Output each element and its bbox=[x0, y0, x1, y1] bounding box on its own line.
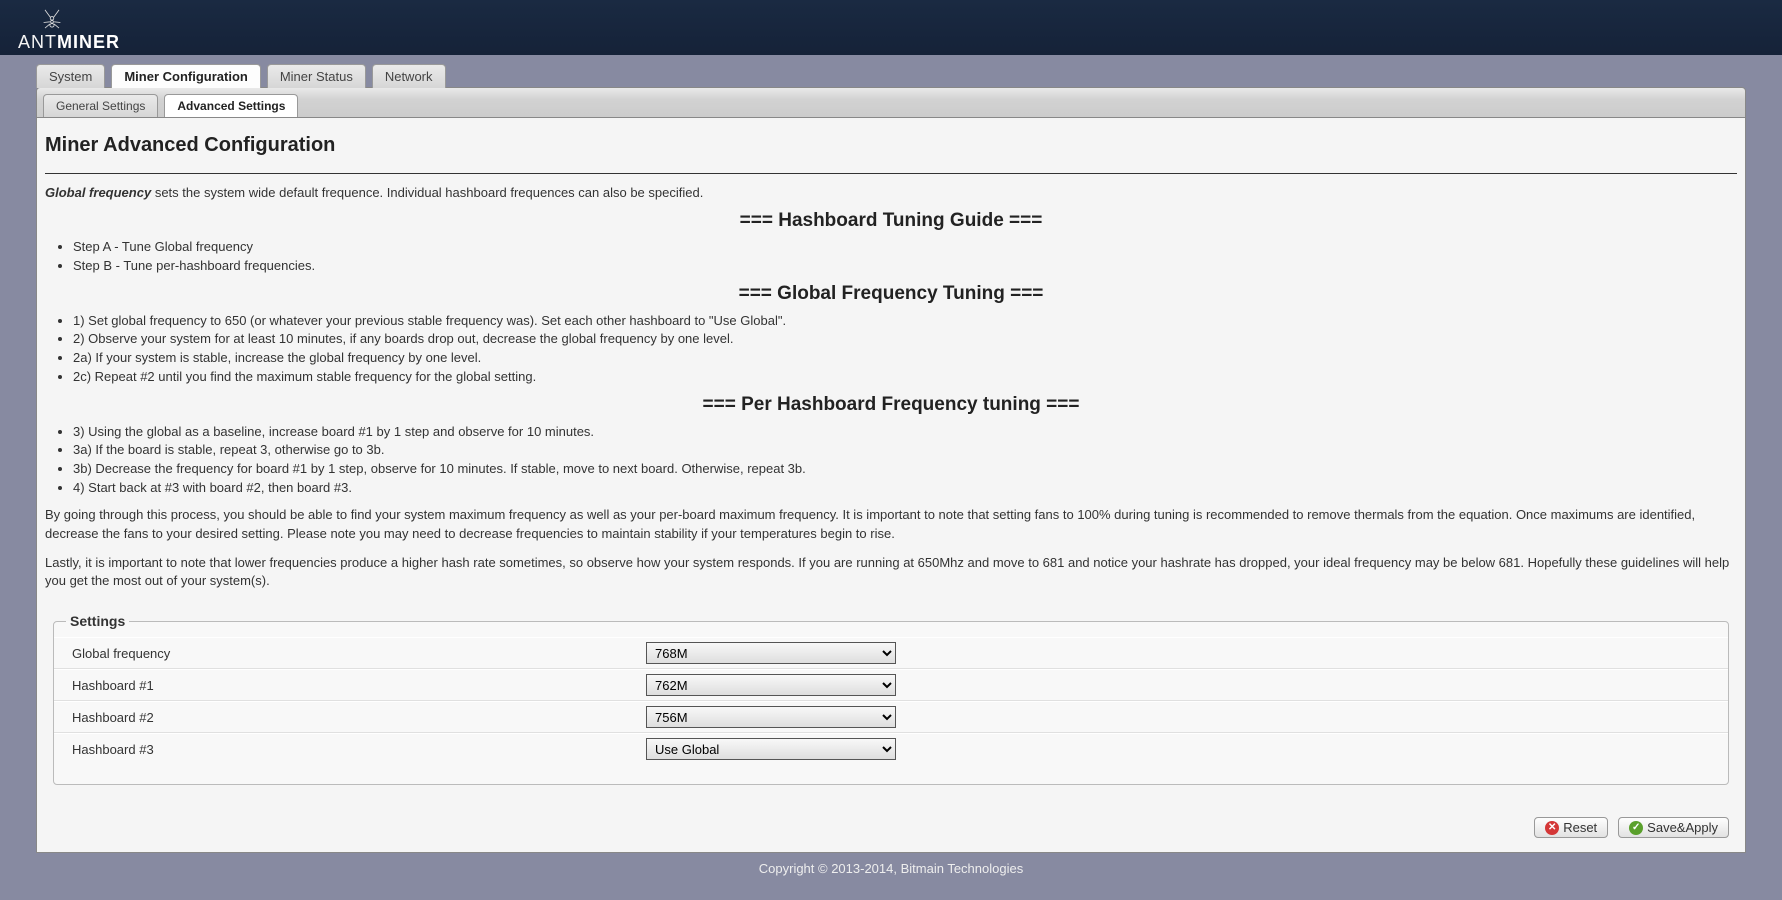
close-icon: ✕ bbox=[1545, 821, 1559, 835]
subtab-advanced-settings[interactable]: Advanced Settings bbox=[164, 94, 298, 117]
list-item: 2c) Repeat #2 until you find the maximum… bbox=[73, 368, 1737, 387]
setting-row-global-frequency: Global frequency 768M bbox=[54, 637, 1728, 669]
setting-label: Hashboard #2 bbox=[66, 710, 646, 725]
description-block: Global frequency sets the system wide de… bbox=[45, 184, 1737, 603]
subtab-general-settings[interactable]: General Settings bbox=[43, 94, 158, 117]
settings-fieldset: Settings Global frequency 768M Hashboard… bbox=[53, 613, 1729, 785]
page-title: Miner Advanced Configuration bbox=[45, 128, 1737, 173]
global-frequency-select[interactable]: 768M bbox=[646, 642, 896, 664]
hashboard-1-select[interactable]: 762M bbox=[646, 674, 896, 696]
setting-row-hashboard-2: Hashboard #2 756M bbox=[54, 701, 1728, 733]
paragraph-notes-1: By going through this process, you shoul… bbox=[45, 506, 1737, 544]
list-item: 3b) Decrease the frequency for board #1 … bbox=[73, 460, 1737, 479]
heading-global-tuning: === Global Frequency Tuning === bbox=[45, 280, 1737, 308]
content-panel: Miner Advanced Configuration Global freq… bbox=[36, 118, 1746, 853]
paragraph-notes-2: Lastly, it is important to note that low… bbox=[45, 554, 1737, 592]
list-item: Step B - Tune per-hashboard frequencies. bbox=[73, 257, 1737, 276]
list-item: 1) Set global frequency to 650 (or whate… bbox=[73, 312, 1737, 331]
save-apply-button[interactable]: ✓ Save&Apply bbox=[1618, 817, 1729, 838]
check-icon: ✓ bbox=[1629, 821, 1643, 835]
reset-button[interactable]: ✕ Reset bbox=[1534, 817, 1608, 838]
setting-label: Global frequency bbox=[66, 646, 646, 661]
secondary-tabs: General Settings Advanced Settings bbox=[36, 87, 1746, 118]
divider bbox=[45, 173, 1737, 174]
list-item: 4) Start back at #3 with board #2, then … bbox=[73, 479, 1737, 498]
list-item: 2) Observe your system for at least 10 m… bbox=[73, 330, 1737, 349]
hashboard-2-select[interactable]: 756M bbox=[646, 706, 896, 728]
list-item: 3a) If the board is stable, repeat 3, ot… bbox=[73, 441, 1737, 460]
setting-row-hashboard-1: Hashboard #1 762M bbox=[54, 669, 1728, 701]
heading-per-hashboard-tuning: === Per Hashboard Frequency tuning === bbox=[45, 391, 1737, 419]
brand-logo: ANTMINER bbox=[18, 7, 120, 51]
topbar: ANTMINER bbox=[0, 0, 1782, 55]
list-item: 2a) If your system is stable, increase t… bbox=[73, 349, 1737, 368]
footer-copyright: Copyright © 2013-2014, Bitmain Technolog… bbox=[0, 853, 1782, 898]
tab-miner-configuration[interactable]: Miner Configuration bbox=[111, 64, 261, 88]
settings-legend: Settings bbox=[66, 613, 129, 629]
primary-tabs: System Miner Configuration Miner Status … bbox=[36, 63, 1746, 87]
tab-system[interactable]: System bbox=[36, 64, 105, 88]
tab-miner-status[interactable]: Miner Status bbox=[267, 64, 366, 88]
tab-network[interactable]: Network bbox=[372, 64, 446, 88]
hashboard-3-select[interactable]: Use Global bbox=[646, 738, 896, 760]
setting-label: Hashboard #1 bbox=[66, 678, 646, 693]
setting-row-hashboard-3: Hashboard #3 Use Global bbox=[54, 733, 1728, 764]
list-item: 3) Using the global as a baseline, incre… bbox=[73, 423, 1737, 442]
setting-label: Hashboard #3 bbox=[66, 742, 646, 757]
action-bar: ✕ Reset ✓ Save&Apply bbox=[45, 785, 1737, 838]
ant-icon bbox=[38, 7, 66, 31]
list-item: Step A - Tune Global frequency bbox=[73, 238, 1737, 257]
heading-hashboard-guide: === Hashboard Tuning Guide === bbox=[45, 207, 1737, 235]
